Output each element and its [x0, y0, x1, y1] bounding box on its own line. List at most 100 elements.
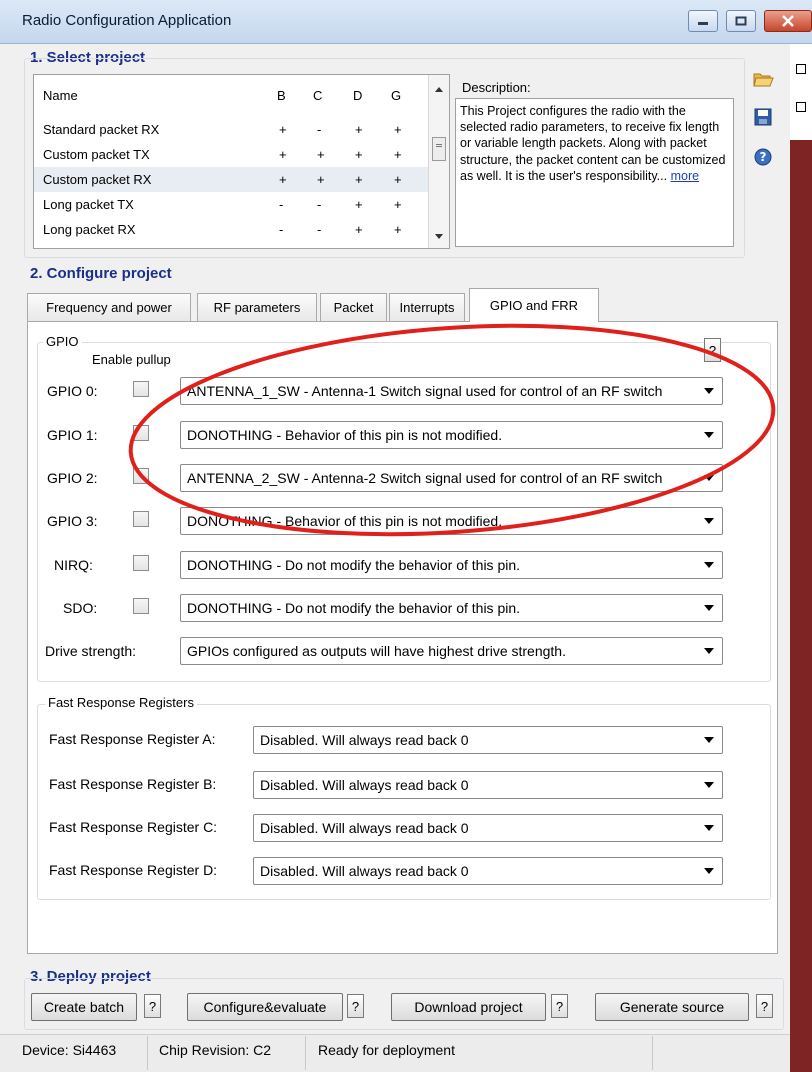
tab-gpio-and-frr[interactable]: GPIO and FRR [469, 288, 599, 322]
frr-b-label: Fast Response Register B: [49, 776, 217, 792]
project-cell-b: + [279, 122, 287, 137]
download-project-help-button[interactable]: ? [551, 994, 568, 1018]
project-cell-c: - [317, 197, 322, 212]
project-cell-d: + [355, 197, 363, 212]
project-list-scrollbar[interactable] [428, 75, 449, 248]
drive-strength-select[interactable]: GPIOs configured as outputs will have hi… [180, 637, 723, 665]
gpio2-function-select[interactable]: ANTENNA_2_SW - Antenna-2 Switch signal u… [180, 464, 723, 492]
title-bar: Radio Configuration Application [0, 0, 812, 44]
chevron-down-icon [704, 388, 714, 394]
project-list[interactable]: Name B C D G Standard packet RX + - + + … [33, 74, 450, 249]
sdo-function-select[interactable]: DONOTHING - Do not modify the behavior o… [180, 594, 723, 622]
project-cell-b: + [279, 172, 287, 187]
nirq-label: NIRQ: [54, 557, 93, 573]
gpio2-pullup-checkbox[interactable] [133, 468, 149, 484]
frr-d-select[interactable]: Disabled. Will always read back 0 [253, 857, 723, 885]
sdo-pullup-checkbox[interactable] [133, 598, 149, 614]
column-header-g[interactable]: G [391, 83, 401, 108]
project-cell-g: + [394, 197, 402, 212]
chevron-down-icon [704, 737, 714, 743]
generate-source-button[interactable]: Generate source [595, 993, 749, 1021]
open-folder-icon[interactable] [752, 68, 774, 90]
column-header-c[interactable]: C [313, 83, 322, 108]
description-more-link[interactable]: more [671, 169, 699, 183]
status-separator [305, 1036, 306, 1070]
frr-b-select[interactable]: Disabled. Will always read back 0 [253, 771, 723, 799]
gpio0-function-value: ANTENNA_1_SW - Antenna-1 Switch signal u… [187, 383, 663, 399]
nirq-pullup-checkbox[interactable] [133, 555, 149, 571]
window-title: Radio Configuration Application [22, 12, 232, 29]
tab-interrupts[interactable]: Interrupts [389, 293, 465, 321]
list-item[interactable]: Long packet RX - - + + [34, 217, 429, 242]
gpio2-function-value: ANTENNA_2_SW - Antenna-2 Switch signal u… [187, 470, 663, 486]
status-separator [147, 1036, 148, 1070]
project-cell-g: + [394, 147, 402, 162]
project-cell-b: + [279, 147, 287, 162]
column-header-d[interactable]: D [353, 83, 362, 108]
gpio1-function-select[interactable]: DONOTHING - Behavior of this pin is not … [180, 421, 723, 449]
nirq-function-value: DONOTHING - Do not modify the behavior o… [187, 557, 521, 573]
gpio0-pullup-checkbox[interactable] [133, 381, 149, 397]
help-icon[interactable]: ? [752, 146, 774, 168]
section-configure-project-title: 2. Configure project [30, 265, 172, 282]
gpio1-function-value: DONOTHING - Behavior of this pin is not … [187, 427, 503, 443]
list-item[interactable]: Custom packet TX + + + + [34, 142, 429, 167]
project-name: Standard packet RX [43, 122, 160, 137]
chevron-down-icon [704, 562, 714, 568]
gpio2-label: GPIO 2: [47, 470, 98, 486]
scroll-thumb[interactable] [432, 137, 446, 161]
tab-frequency-and-power[interactable]: Frequency and power [27, 293, 191, 321]
gpio0-function-select[interactable]: ANTENNA_1_SW - Antenna-1 Switch signal u… [180, 377, 723, 405]
description-text-box: This Project configures the radio with t… [455, 98, 734, 247]
scroll-down-icon[interactable] [434, 233, 444, 241]
frr-a-select[interactable]: Disabled. Will always read back 0 [253, 726, 723, 754]
frr-d-label: Fast Response Register D: [49, 862, 218, 878]
gpio-group-label: GPIO [43, 334, 82, 349]
column-header-name[interactable]: Name [43, 83, 78, 108]
gpio-help-button[interactable]: ? [704, 338, 721, 362]
save-icon[interactable] [752, 106, 774, 128]
configure-evaluate-help-button[interactable]: ? [347, 994, 364, 1018]
project-cell-c: + [317, 172, 325, 187]
project-cell-c: - [317, 122, 322, 137]
gpio3-function-select[interactable]: DONOTHING - Behavior of this pin is not … [180, 507, 723, 535]
generate-source-help-button[interactable]: ? [756, 994, 773, 1018]
project-name: Long packet RX [43, 222, 136, 237]
chevron-down-icon [704, 432, 714, 438]
drive-strength-value: GPIOs configured as outputs will have hi… [187, 643, 566, 659]
frr-c-select[interactable]: Disabled. Will always read back 0 [253, 814, 723, 842]
maximize-button[interactable] [726, 10, 756, 32]
frr-b-value: Disabled. Will always read back 0 [260, 777, 469, 793]
project-cell-d: + [355, 172, 363, 187]
tab-packet[interactable]: Packet [320, 293, 387, 321]
project-list-header: Name B C D G [34, 75, 429, 115]
sdo-function-value: DONOTHING - Do not modify the behavior o… [187, 600, 521, 616]
status-device: Device: Si4463 [22, 1042, 117, 1058]
project-cell-g: + [394, 222, 402, 237]
frr-a-label: Fast Response Register A: [49, 731, 216, 747]
create-batch-button[interactable]: Create batch [31, 993, 137, 1021]
list-item[interactable]: Standard packet RX + - + + [34, 117, 429, 142]
scroll-up-icon[interactable] [434, 85, 444, 93]
create-batch-help-button[interactable]: ? [144, 994, 161, 1018]
project-cell-d: + [355, 222, 363, 237]
project-cell-b: - [279, 197, 284, 212]
close-button[interactable] [764, 10, 812, 32]
minimize-button[interactable] [688, 10, 718, 32]
maximize-icon [735, 16, 747, 26]
tab-rf-parameters[interactable]: RF parameters [197, 293, 317, 321]
download-project-button[interactable]: Download project [391, 993, 546, 1021]
column-header-b[interactable]: B [277, 83, 286, 108]
project-cell-d: + [355, 147, 363, 162]
gpio1-pullup-checkbox[interactable] [133, 425, 149, 441]
enable-pullup-label: Enable pullup [92, 352, 171, 367]
nirq-function-select[interactable]: DONOTHING - Do not modify the behavior o… [180, 551, 723, 579]
gpio3-pullup-checkbox[interactable] [133, 511, 149, 527]
list-item-selected[interactable]: Custom packet RX + + + + [34, 167, 429, 192]
chevron-down-icon [704, 605, 714, 611]
project-cell-b: - [279, 222, 284, 237]
gpio0-label: GPIO 0: [47, 383, 98, 399]
list-item[interactable]: Long packet TX - - + + [34, 192, 429, 217]
frr-c-label: Fast Response Register C: [49, 819, 218, 835]
configure-evaluate-button[interactable]: Configure&evaluate [187, 993, 343, 1021]
